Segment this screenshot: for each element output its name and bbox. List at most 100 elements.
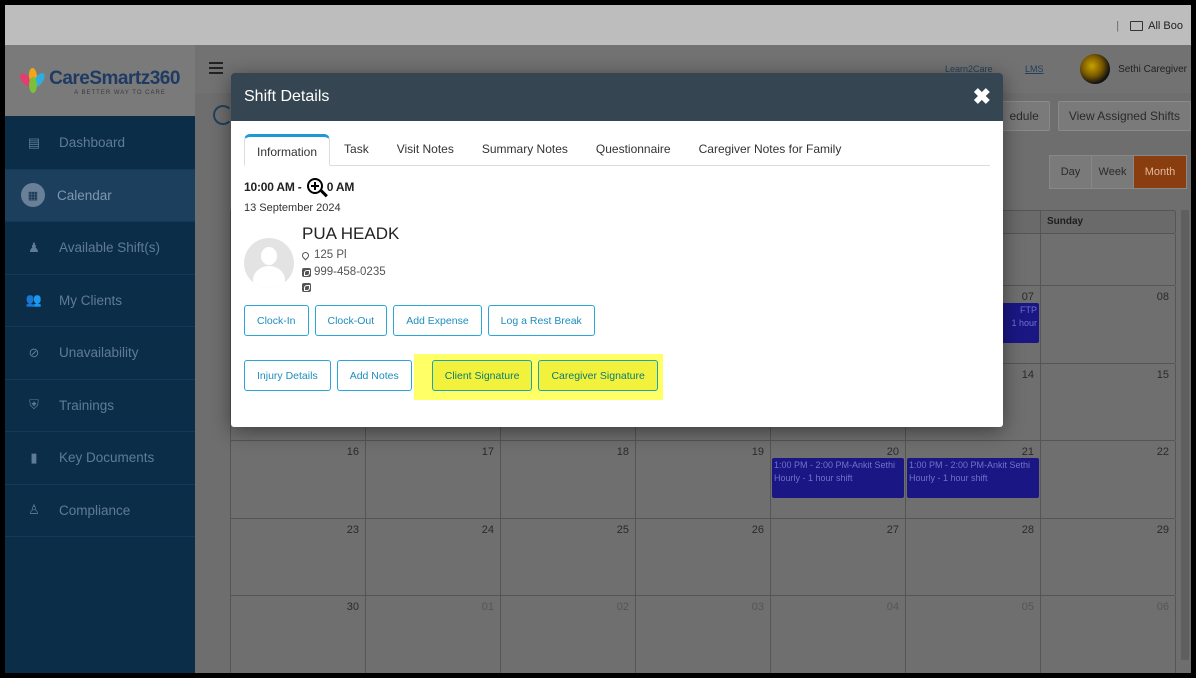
- calendar-day-cell[interactable]: 30: [231, 596, 366, 673]
- tab-summary-notes[interactable]: Summary Notes: [468, 142, 582, 165]
- shift-time-end: 0 AM: [326, 180, 355, 194]
- client-name: PUA HEADK: [302, 224, 400, 243]
- calendar-day-cell[interactable]: 15: [1041, 363, 1176, 440]
- calendar-day-cell[interactable]: 26: [636, 518, 771, 595]
- week-view-button[interactable]: Week: [1092, 156, 1134, 188]
- calendar-day-cell[interactable]: [1041, 234, 1176, 285]
- calendar-day-cell[interactable]: 23: [231, 518, 366, 595]
- calendar-day-cell[interactable]: 29: [1041, 518, 1176, 595]
- shift-date: 13 September 2024: [244, 202, 341, 214]
- logo[interactable]: CareSmartz360 A BETTER WAY TO CARE: [5, 45, 195, 117]
- sidebar-item-my-clients[interactable]: 👥 My Clients: [5, 275, 195, 327]
- all-bookmarks-label[interactable]: All Boo: [1148, 20, 1183, 32]
- person-icon: ♟: [28, 239, 40, 255]
- day-number: 24: [481, 523, 494, 536]
- calendar-day-cell[interactable]: 02: [501, 596, 636, 673]
- compliance-icon: ♙: [28, 502, 40, 518]
- month-view-button[interactable]: Month: [1134, 156, 1186, 188]
- sidebar-item-label: Trainings: [59, 397, 115, 413]
- view-assigned-shifts-dropdown[interactable]: View Assigned Shifts: [1057, 101, 1191, 131]
- zoom-cursor-icon: [307, 178, 328, 198]
- tab-caregiver-notes-for-family[interactable]: Caregiver Notes for Family: [685, 142, 856, 165]
- calendar-day-cell[interactable]: 25: [501, 518, 636, 595]
- modal-tabs: Information Task Visit Notes Summary Not…: [244, 134, 990, 166]
- calendar-day-cell[interactable]: 03: [636, 596, 771, 673]
- weekday-header-sunday: Sunday: [1041, 211, 1176, 233]
- sidebar-item-label: Dashboard: [59, 135, 126, 151]
- menu-icon[interactable]: [209, 62, 223, 77]
- action-buttons-row-1: Clock-In Clock-Out Add Expense Log a Res…: [244, 305, 990, 336]
- avatar: [1080, 54, 1111, 84]
- tab-questionnaire[interactable]: Questionnaire: [582, 142, 685, 165]
- sidebar-item-available-shifts[interactable]: ♟ Available Shift(s): [5, 222, 195, 275]
- calendar-day-cell[interactable]: 20 1:00 PM - 2:00 PM-Ankit Sethi Hourly -…: [771, 441, 906, 518]
- sidebar-item-label: Key Documents: [59, 450, 155, 466]
- shift-time-start: 10:00 AM -: [244, 180, 305, 194]
- clock-out-button[interactable]: Clock-Out: [314, 305, 388, 336]
- day-number: 14: [1021, 368, 1034, 381]
- client-phone: 999-458-0235: [302, 266, 399, 278]
- day-number: 18: [616, 446, 629, 458]
- day-view-button[interactable]: Day: [1050, 156, 1092, 188]
- sidebar-item-label: Unavailability: [59, 345, 139, 361]
- close-icon[interactable]: ✖: [973, 86, 991, 108]
- calendar-day-cell[interactable]: 27: [771, 518, 906, 595]
- calendar-day-cell[interactable]: 24: [366, 518, 501, 595]
- caregiver-signature-button[interactable]: Caregiver Signature: [538, 360, 658, 391]
- day-number: 22: [1156, 446, 1169, 458]
- refresh-icon[interactable]: [213, 105, 233, 125]
- day-number: 04: [886, 601, 899, 613]
- sidebar-item-dashboard[interactable]: ▤ Dashboard: [5, 117, 195, 170]
- calendar-scrollbar[interactable]: [1181, 210, 1189, 660]
- add-notes-button[interactable]: Add Notes: [336, 360, 412, 391]
- sidebar-item-unavailability[interactable]: ⊘ Unavailability: [5, 327, 195, 380]
- brand-tagline: A BETTER WAY TO CARE: [74, 89, 166, 96]
- add-expense-button[interactable]: Add Expense: [393, 305, 482, 336]
- shift-event[interactable]: 1:00 PM - 2:00 PM-Ankit Sethi Hourly - 1…: [772, 458, 904, 498]
- calendar-day-cell[interactable]: 17: [366, 441, 501, 518]
- calendar-day-cell[interactable]: 21 1:00 PM - 2:00 PM-Ankit Sethi Hourly -…: [906, 441, 1041, 518]
- day-number: 25: [616, 523, 629, 536]
- shift-details-modal: Shift Details ✖ Information Task Visit N…: [231, 73, 1003, 427]
- client-signature-button[interactable]: Client Signature: [431, 360, 533, 391]
- clients-icon: 👥: [25, 292, 43, 308]
- calendar-day-cell[interactable]: 22: [1041, 441, 1176, 518]
- calendar-week-row: 23 24 25 26 27 28 29: [231, 517, 1176, 595]
- log-rest-break-button[interactable]: Log a Rest Break: [487, 305, 595, 336]
- day-number: 17: [481, 446, 494, 458]
- calendar-day-cell[interactable]: 06: [1041, 596, 1176, 673]
- sidebar-item-key-documents[interactable]: ▮ Key Documents: [5, 432, 195, 485]
- sidebar-item-calendar[interactable]: ▦ Calendar: [5, 169, 195, 222]
- block-icon: ⊘: [28, 344, 40, 360]
- sidebar-item-label: Compliance: [59, 502, 131, 518]
- calendar-icon: ▦: [21, 183, 45, 208]
- clock-in-button[interactable]: Clock-In: [244, 305, 309, 336]
- calendar-day-cell[interactable]: 08: [1041, 286, 1176, 363]
- tab-task[interactable]: Task: [330, 142, 383, 165]
- calendar-day-cell[interactable]: 28: [906, 518, 1041, 595]
- schedule-button[interactable]: edule: [998, 101, 1050, 131]
- dashboard-icon: ▤: [27, 134, 41, 150]
- lms-link[interactable]: LMS: [1025, 64, 1044, 74]
- bookmarks-bar[interactable]: | All Boo: [1116, 20, 1183, 32]
- day-number: 03: [751, 601, 764, 613]
- client-address-text: 125 Pl: [314, 249, 347, 261]
- calendar-day-cell[interactable]: 16: [231, 441, 366, 518]
- day-number: 20: [886, 446, 899, 458]
- browser-toolbar: | All Boo: [5, 5, 1191, 45]
- calendar-day-cell[interactable]: 01: [366, 596, 501, 673]
- injury-details-button[interactable]: Injury Details: [244, 360, 331, 391]
- sidebar-item-trainings[interactable]: ⛨ Trainings: [5, 380, 195, 432]
- calendar-day-cell[interactable]: 05: [906, 596, 1041, 673]
- calendar-day-cell[interactable]: 04: [771, 596, 906, 673]
- client-avatar: [244, 238, 294, 288]
- shift-event[interactable]: 1:00 PM - 2:00 PM-Ankit Sethi Hourly - 1…: [907, 458, 1039, 498]
- calendar-day-cell[interactable]: 19: [636, 441, 771, 518]
- tab-visit-notes[interactable]: Visit Notes: [383, 142, 468, 165]
- sidebar-item-label: Available Shift(s): [59, 240, 161, 256]
- sidebar-item-compliance[interactable]: ♙ Compliance: [5, 485, 195, 537]
- user-menu[interactable]: Sethi Caregiver: [1080, 54, 1187, 84]
- tab-information[interactable]: Information: [244, 134, 331, 166]
- calendar-day-cell[interactable]: 18: [501, 441, 636, 518]
- brand-name: CareSmartz360: [49, 67, 180, 89]
